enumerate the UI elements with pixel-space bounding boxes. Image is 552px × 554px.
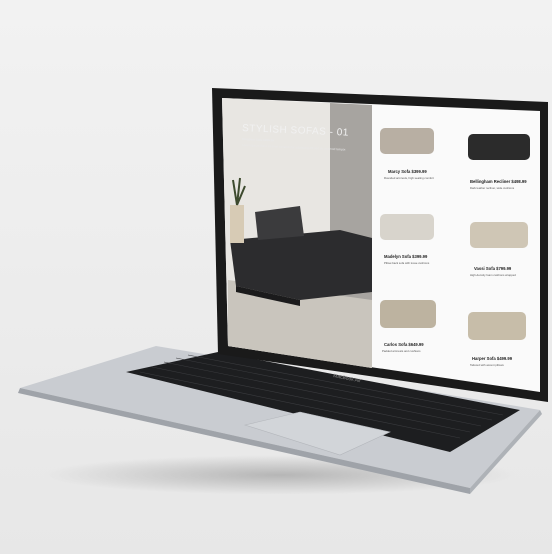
product-name: Harper Sofa $499.99 (472, 356, 513, 361)
product-card: Marcy Sofa $399.99 Rounded armrests, hig… (380, 128, 434, 180)
product-desc: High-density foam cushions wrapped (470, 273, 516, 277)
product-name: Carlos Sofa $649.99 (384, 342, 424, 347)
product-desc: Pillow-back sofa with loose cushions (384, 261, 430, 265)
laptop-illustration: MacBook Air STYLISH SOFAS - 01 Kingdom S… (18, 88, 548, 494)
product-desc: Tailored with accent pillows (470, 363, 504, 367)
product-image (380, 128, 434, 154)
product-image (468, 312, 526, 340)
plant-pot (230, 205, 244, 243)
hero-sofa-headrest (255, 206, 304, 240)
photo-scene: MacBook Air STYLISH SOFAS - 01 Kingdom S… (0, 0, 552, 554)
product-desc: Padded armrests and cushions (382, 349, 421, 353)
product-name: Vassi Sofa $799.99 (474, 266, 512, 271)
product-name: Madelyn Sofa $399.99 (384, 254, 428, 259)
product-desc: Dark leather recliner, wide cushions (470, 186, 515, 190)
product-desc: Rounded armrests, high seating comfort (384, 176, 434, 180)
product-image (470, 222, 528, 248)
product-image (380, 214, 434, 240)
product-image (380, 300, 436, 328)
product-card: Madelyn Sofa $399.99 Pillow-back sofa wi… (380, 214, 434, 265)
product-image (468, 134, 530, 160)
product-name: Marcy Sofa $399.99 (388, 169, 427, 174)
product-name: Bellingham Recliner $498.99 (470, 179, 527, 184)
